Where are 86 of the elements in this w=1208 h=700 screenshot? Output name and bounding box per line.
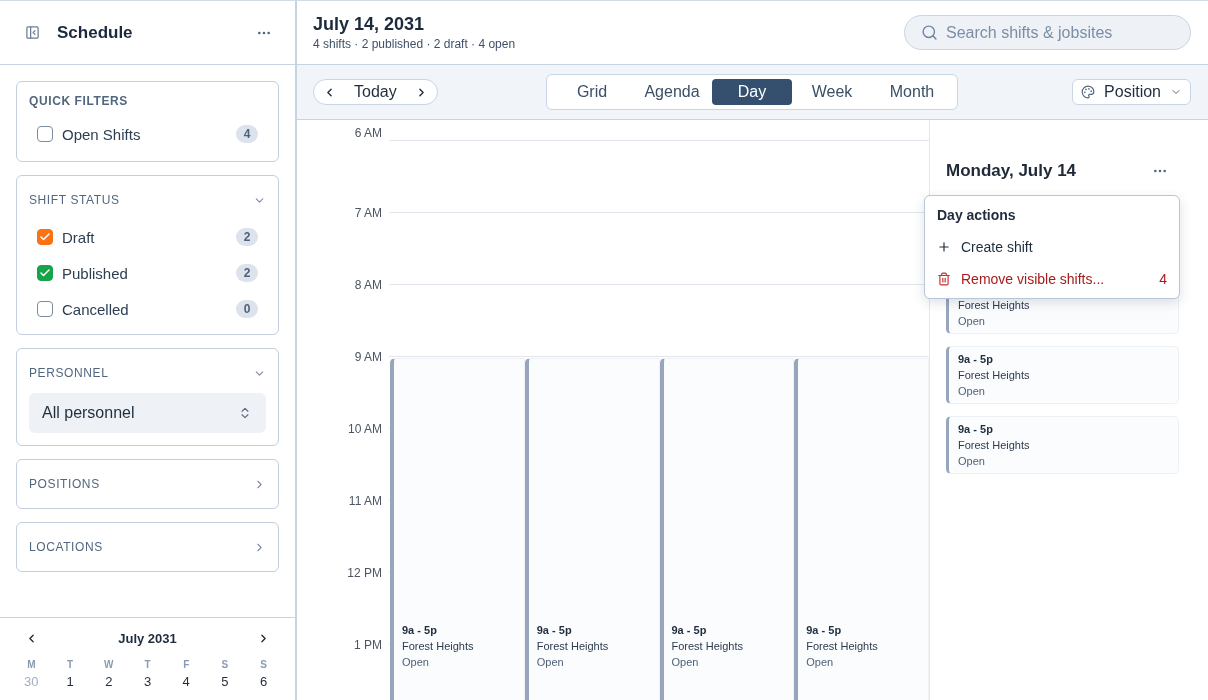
palette-icon [1081, 85, 1096, 99]
hour-label: 8 AM [354, 277, 382, 293]
month-label: July 2031 [118, 630, 177, 646]
view-tab[interactable]: Month [872, 79, 952, 105]
calendar-day[interactable]: 4 [180, 674, 192, 690]
shift-location: Forest Heights [958, 368, 1030, 383]
today-button[interactable]: Today [354, 83, 397, 101]
filter-label: Published [62, 264, 129, 282]
shift-block[interactable]: 9a - 5p Forest Heights Open [659, 358, 795, 700]
view-tab[interactable]: Day [712, 79, 792, 105]
shift-block[interactable]: 9a - 5p Forest Heights Open [794, 358, 929, 700]
shift-time: 9a - 5p [671, 623, 707, 638]
shift-status: Open [806, 655, 834, 670]
count-badge: 0 [236, 300, 258, 318]
calendar-day[interactable]: 1 [64, 674, 76, 690]
search-field[interactable]: Search shifts & jobsites [904, 15, 1191, 50]
weekday-label: S [260, 659, 267, 671]
calendar-day[interactable]: 2 [103, 674, 115, 690]
filter-label: Cancelled [62, 300, 130, 318]
shift-block[interactable]: 9a - 5p Forest Heights Open [390, 358, 525, 700]
view-tab[interactable]: Grid [552, 79, 632, 105]
checkbox[interactable] [37, 126, 53, 142]
shift-card[interactable]: 9a - 5p Forest Heights Open [946, 346, 1179, 404]
plus-icon [937, 240, 951, 254]
hour-label: 6 AM [354, 125, 382, 141]
trash-icon [937, 272, 951, 286]
shift-time: 9a - 5p [536, 623, 572, 638]
weekday-label: S [221, 659, 229, 671]
hour-label: 9 AM [354, 349, 382, 365]
section-heading: QUICK FILTERS [29, 93, 129, 109]
shift-status: Open [958, 384, 985, 399]
hour-label: 7 AM [354, 205, 382, 221]
check-icon [39, 267, 51, 279]
weekday-label: F [183, 659, 190, 671]
shift-location: Forest Heights [958, 438, 1030, 453]
shift-location: Forest Heights [536, 639, 609, 654]
calendar-day[interactable]: 6 [258, 674, 270, 690]
color-by-button[interactable]: Position [1072, 79, 1191, 105]
count-badge: 4 [236, 125, 258, 143]
shift-location: Forest Heights [671, 639, 744, 654]
section-toggle[interactable]: PERSONNEL [29, 361, 266, 385]
search-icon [921, 24, 938, 41]
shift-time: 9a - 5p [806, 623, 842, 638]
section-toggle[interactable]: SHIFT STATUS [29, 188, 266, 212]
filter-label: Open Shifts [62, 125, 142, 143]
weekday-label: W [104, 659, 114, 671]
personnel-select[interactable]: All personnel [29, 393, 266, 433]
sidebar-title: Schedule [57, 22, 134, 43]
shift-status: Open [536, 655, 564, 670]
shift-location: Forest Heights [806, 639, 878, 654]
hour-label: 10 AM [347, 421, 382, 437]
filter-label: Draft [62, 228, 96, 246]
page-summary: 4 shifts · 2 published · 2 draft · 4 open [313, 36, 516, 52]
section-toggle[interactable]: LOCATIONS [29, 535, 266, 559]
hour-label: 1 PM [354, 637, 382, 653]
shift-status: Open [958, 314, 985, 329]
shift-time: 9a - 5p [402, 623, 437, 638]
calendar-day[interactable]: 5 [219, 674, 231, 690]
view-tab[interactable]: Week [792, 79, 872, 105]
check-icon [39, 231, 51, 243]
shift-time: 9a - 5p [958, 352, 993, 367]
day-title: Monday, July 14 [946, 160, 1077, 182]
weekday-label: T [67, 659, 74, 671]
count-badge: 2 [236, 264, 258, 282]
count-badge: 2 [236, 228, 258, 246]
calendar-day[interactable]: 3 [141, 674, 154, 690]
shift-location: Forest Heights [402, 639, 474, 654]
shift-location: Forest Heights [958, 298, 1030, 313]
page-title: July 14, 2031 [313, 13, 426, 35]
view-tab[interactable]: Agenda [632, 79, 712, 105]
hour-label: 11 AM [348, 493, 382, 509]
shift-status: Open [402, 655, 429, 670]
checkbox[interactable] [37, 301, 53, 317]
menu-item[interactable]: Create shift [925, 231, 1179, 263]
shift-status: Open [671, 655, 699, 670]
hour-label: 12 PM [347, 565, 382, 581]
shift-time: 9a - 5p [958, 422, 993, 437]
shift-status: Open [958, 454, 985, 469]
checkbox[interactable] [37, 265, 53, 281]
weekday-label: T [144, 659, 151, 671]
sidebar-toggle-icon[interactable] [25, 25, 40, 40]
menu-heading: Day actions [937, 206, 1017, 224]
shift-block[interactable]: 9a - 5p Forest Heights Open [524, 358, 660, 700]
checkbox[interactable] [37, 229, 53, 245]
shift-card[interactable]: 9a - 5p Forest Heights Open [946, 416, 1179, 474]
weekday-label: M [27, 659, 36, 671]
